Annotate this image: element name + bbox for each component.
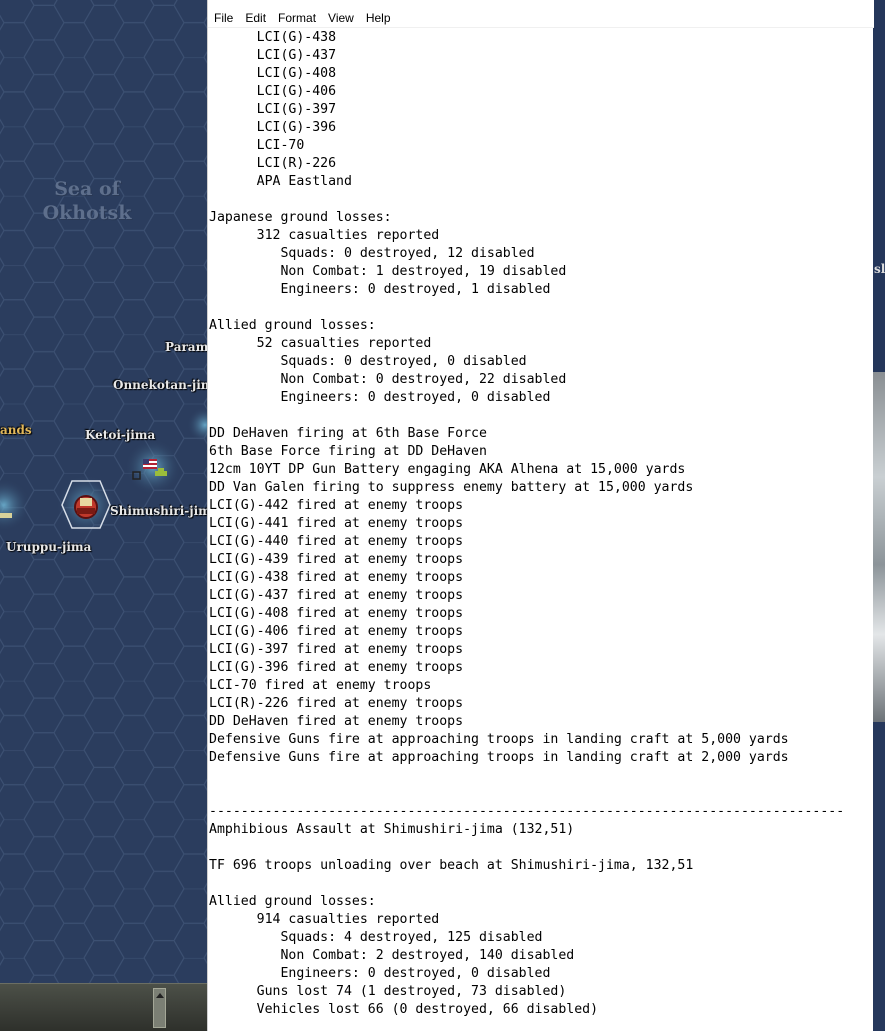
text-line xyxy=(209,299,874,317)
text-line: DD DeHaven fired at enemy troops xyxy=(209,714,464,729)
text-line: LCI(G)-396 fired at enemy troops xyxy=(209,660,464,675)
text-line: 52 casualties reported xyxy=(209,336,432,351)
map-bottom-bar xyxy=(0,983,207,1031)
text-line: TF 696 troops unloading over beach at Sh… xyxy=(209,858,694,873)
text-line: Guns lost 74 (1 destroyed, 73 disabled) xyxy=(209,984,567,999)
sea-label: Sea of Okhotsk xyxy=(42,178,132,224)
text-line: Non Combat: 2 destroyed, 140 disabled xyxy=(209,948,575,963)
text-line: LCI(G)-396 xyxy=(209,120,337,135)
text-line: LCI(G)-440 fired at enemy troops xyxy=(209,534,464,549)
text-line xyxy=(209,785,874,803)
map-scroll-button[interactable] xyxy=(153,988,166,1028)
text-line: LCI-70 xyxy=(209,138,305,153)
text-line: Engineers: 0 destroyed, 0 disabled xyxy=(209,390,551,405)
map-label-ketoi: Ketoi-jima xyxy=(85,428,156,442)
text-line xyxy=(209,407,874,425)
text-line: Defensive Guns fire at approaching troop… xyxy=(209,732,789,747)
text-line: Vehicles lost 66 (0 destroyed, 66 disabl… xyxy=(209,1002,599,1017)
text-line: LCI(G)-408 fired at enemy troops xyxy=(209,606,464,621)
text-line: Japanese ground losses: xyxy=(209,210,392,225)
menu-file[interactable]: File xyxy=(208,8,239,28)
text-line: Squads: 4 destroyed, 125 disabled xyxy=(209,930,543,945)
map-label-shimushiri: Shimushiri-jima xyxy=(110,504,219,518)
text-line: LCI(G)-439 fired at enemy troops xyxy=(209,552,464,567)
menu-help[interactable]: Help xyxy=(360,8,397,28)
text-line: Squads: 0 destroyed, 12 disabled xyxy=(209,246,535,261)
text-line: Non Combat: 1 destroyed, 19 disabled xyxy=(209,264,567,279)
text-line: ----------------------------------------… xyxy=(209,804,845,819)
text-line: LCI(G)-397 fired at enemy troops xyxy=(209,642,464,657)
text-line: DD Van Galen firing to suppress enemy ba… xyxy=(209,480,694,495)
map-label-partial: sl xyxy=(874,262,885,276)
menu-bar: File Edit Format View Help xyxy=(208,8,874,28)
map-right-bottom xyxy=(873,722,885,1031)
text-line xyxy=(209,767,874,785)
japanese-base-icon[interactable] xyxy=(74,495,98,519)
text-line: LCI(G)-437 fired at enemy troops xyxy=(209,588,464,603)
text-line: LCI(G)-397 xyxy=(209,102,337,117)
text-line xyxy=(209,875,874,893)
text-line: 312 casualties reported xyxy=(209,228,440,243)
text-line: LCI(G)-437 xyxy=(209,48,337,63)
text-line: LCI(G)-442 fired at enemy troops xyxy=(209,498,464,513)
text-line: 914 casualties reported xyxy=(209,912,440,927)
text-line: 6th Base Force firing at DD DeHaven xyxy=(209,444,487,459)
us-flag-icon[interactable] xyxy=(143,459,157,469)
text-line: Defensive Guns fire at approaching troop… xyxy=(209,750,789,765)
map-label-islands: ands xyxy=(0,423,32,437)
text-line: APA Eastland xyxy=(209,174,352,189)
text-line: Engineers: 0 destroyed, 1 disabled xyxy=(209,282,551,297)
text-line: LCI(G)-438 xyxy=(209,30,337,45)
text-editor[interactable]: LCI(G)-438 LCI(G)-437 LCI(G)-408 LCI(G)-… xyxy=(208,29,874,1031)
text-line: LCI(G)-406 fired at enemy troops xyxy=(209,624,464,639)
text-line xyxy=(209,191,874,209)
text-line: LCI(G)-408 xyxy=(209,66,337,81)
text-line: Allied ground losses: xyxy=(209,894,376,909)
text-line: LCI(G)-438 fired at enemy troops xyxy=(209,570,464,585)
text-line: DD DeHaven firing at 6th Base Force xyxy=(209,426,487,441)
text-line: Engineers: 0 destroyed, 0 disabled xyxy=(209,966,551,981)
text-line: Amphibious Assault at Shimushiri-jima (1… xyxy=(209,822,575,837)
map-label-onnekotan: Onnekotan-jima xyxy=(113,378,222,392)
notepad-window[interactable]: File Edit Format View Help LCI(G)-438 LC… xyxy=(207,0,874,1031)
text-line: LCI(G)-441 fired at enemy troops xyxy=(209,516,464,531)
menu-view[interactable]: View xyxy=(322,8,360,28)
text-line: Squads: 0 destroyed, 0 disabled xyxy=(209,354,527,369)
menu-edit[interactable]: Edit xyxy=(239,8,272,28)
text-line: LCI(R)-226 xyxy=(209,156,337,171)
map-label-uruppu: Uruppu-jima xyxy=(6,540,92,554)
text-line: Allied ground losses: xyxy=(209,318,376,333)
ship-icon[interactable] xyxy=(0,513,12,518)
text-line: LCI(G)-406 xyxy=(209,84,337,99)
text-line: LCI-70 fired at enemy troops xyxy=(209,678,432,693)
text-line: LCI(R)-226 fired at enemy troops xyxy=(209,696,464,711)
text-line: 12cm 10YT DP Gun Battery engaging AKA Al… xyxy=(209,462,686,477)
text-line: Non Combat: 0 destroyed, 22 disabled xyxy=(209,372,567,387)
side-panel-image xyxy=(873,372,885,722)
text-line xyxy=(209,839,874,857)
menu-format[interactable]: Format xyxy=(272,8,322,28)
